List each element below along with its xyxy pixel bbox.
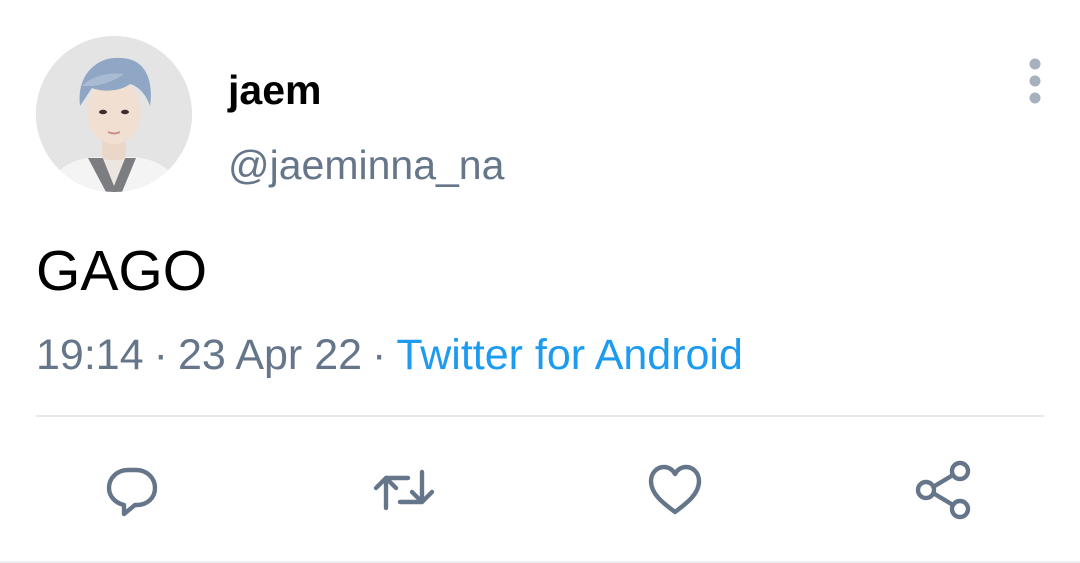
tweet-metadata: 19:14 · 23 Apr 22 · Twitter for Android — [36, 326, 743, 384]
meta-separator: · — [372, 331, 387, 379]
like-button[interactable] — [643, 458, 707, 522]
share-button[interactable] — [912, 458, 976, 522]
heart-icon — [648, 464, 702, 515]
reply-icon — [106, 467, 158, 517]
more-options-button[interactable] — [1014, 56, 1056, 108]
tweet-time[interactable]: 19:14 — [36, 331, 144, 379]
more-vertical-icon — [1029, 58, 1041, 104]
reply-button[interactable] — [100, 458, 164, 522]
tweet-date[interactable]: 23 Apr 22 — [178, 331, 362, 379]
tweet-detail: jaem @jaeminna_na GAGO 19:14 · 23 Apr 22 · T… — [0, 0, 1080, 563]
retweet-icon — [373, 469, 435, 511]
share-icon — [915, 460, 971, 520]
meta-separator: · — [153, 331, 168, 379]
avatar-image — [36, 36, 192, 192]
divider — [36, 415, 1044, 417]
retweet-button[interactable] — [372, 458, 436, 522]
user-handle[interactable]: @jaeminna_na — [228, 137, 504, 193]
tweet-text: GAGO — [36, 239, 208, 303]
display-name[interactable]: jaem — [228, 62, 321, 118]
avatar[interactable] — [36, 36, 192, 192]
tweet-source-link[interactable]: Twitter for Android — [396, 331, 743, 379]
